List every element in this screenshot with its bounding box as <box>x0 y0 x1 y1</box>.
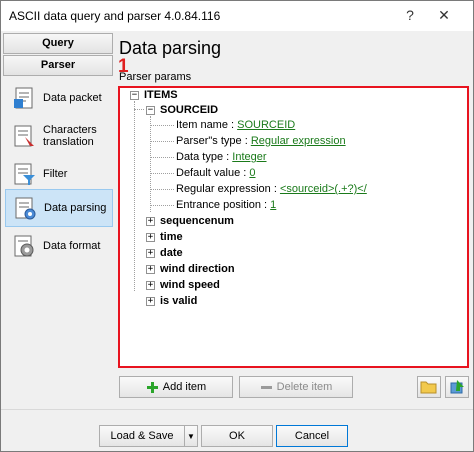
data-format-icon <box>14 235 34 257</box>
tree-connector <box>150 157 174 158</box>
window-title: ASCII data query and parser 4.0.84.116 <box>9 9 221 23</box>
parser-params-tree[interactable]: − ITEMS − SOURCEID Item name : SOURCEID … <box>118 86 469 368</box>
tree-item-time[interactable]: time <box>160 230 183 245</box>
tree-prop-item-name[interactable]: Item name : SOURCEID <box>176 118 295 133</box>
cancel-label: Cancel <box>294 430 330 442</box>
load-save-dropdown[interactable]: ▼ <box>184 425 198 447</box>
filter-icon <box>14 163 35 185</box>
tree-connector <box>150 125 174 126</box>
tree-item-date[interactable]: date <box>160 246 183 261</box>
sidebar-item-label: Data packet <box>43 92 102 104</box>
sidebar-item-data-packet[interactable]: Data packet <box>5 79 113 117</box>
tree-item-sequencenum[interactable]: sequencenum <box>160 214 234 229</box>
tree-prop-entrance-position[interactable]: Entrance position : 1 <box>176 198 276 213</box>
tree-item-sourceid[interactable]: SOURCEID <box>160 103 218 118</box>
prop-value-link[interactable]: 1 <box>270 199 276 211</box>
add-item-label: Add item <box>162 381 207 393</box>
expand-toggle[interactable]: + <box>146 265 155 274</box>
sidebar-item-filter[interactable]: Filter <box>5 155 113 193</box>
load-save-button[interactable]: Load & Save <box>99 425 185 447</box>
tree-connector <box>150 173 174 174</box>
sidebar: Query Parser Data packet Characters tran… <box>1 31 115 411</box>
tree-prop-default-value[interactable]: Default value : 0 <box>176 166 256 181</box>
parser-nav-button[interactable]: Parser <box>3 55 113 76</box>
sidebar-item-data-format[interactable]: Data format <box>5 227 113 265</box>
expand-toggle[interactable]: + <box>146 217 155 226</box>
sidebar-item-data-parsing[interactable]: Data parsing <box>5 189 113 227</box>
import-icon <box>450 380 464 394</box>
params-label: Parser params <box>119 71 192 83</box>
prop-label: Regular expression : <box>176 183 280 195</box>
collapse-toggle[interactable]: − <box>130 91 139 100</box>
title-bar: ASCII data query and parser 4.0.84.116 ?… <box>1 1 473 31</box>
close-button[interactable]: ✕ <box>431 5 457 25</box>
help-button[interactable]: ? <box>399 5 421 25</box>
load-save-label: Load & Save <box>110 430 174 442</box>
prop-label: Entrance position : <box>176 199 271 211</box>
tree-prop-parser-type[interactable]: Parser"s type : Regular expression <box>176 134 346 149</box>
prop-value-link[interactable]: 0 <box>249 167 255 179</box>
tree-connector <box>150 205 174 206</box>
sidebar-item-label: Filter <box>43 168 68 180</box>
expand-toggle[interactable]: + <box>146 297 155 306</box>
prop-label: Parser"s type : <box>176 135 251 147</box>
prop-label: Item name : <box>176 119 238 131</box>
tree-connector <box>150 189 174 190</box>
cancel-button[interactable]: Cancel <box>276 425 348 447</box>
tree-prop-data-type[interactable]: Data type : Integer <box>176 150 267 165</box>
import-button[interactable] <box>445 376 469 398</box>
prop-label: Default value : <box>176 167 250 179</box>
tree-root-items[interactable]: ITEMS <box>144 88 178 103</box>
tree-connector <box>134 101 135 291</box>
sidebar-item-label: Data parsing <box>44 202 107 214</box>
prop-value-link[interactable]: <sourceid>(.+?)</ <box>280 183 367 195</box>
prop-value-link[interactable]: Integer <box>232 151 266 163</box>
sidebar-item-characters-translation[interactable]: Characters translation <box>5 117 113 155</box>
open-file-button[interactable] <box>417 376 441 398</box>
expand-toggle[interactable]: + <box>146 233 155 242</box>
minus-icon <box>260 385 272 389</box>
tree-prop-regular-expression[interactable]: Regular expression : <sourceid>(.+?)</ <box>176 182 367 197</box>
delete-item-label: Delete item <box>276 381 333 393</box>
data-parsing-icon <box>15 197 36 220</box>
expand-toggle[interactable]: + <box>146 281 155 290</box>
characters-translation-icon <box>14 125 34 147</box>
prop-label: Data type : <box>176 151 233 163</box>
tree-connector <box>150 116 151 212</box>
ok-button[interactable]: OK <box>201 425 273 447</box>
tree-item-wind-direction[interactable]: wind direction <box>160 262 235 277</box>
chevron-down-icon: ▼ <box>187 431 195 441</box>
query-nav-button[interactable]: Query <box>3 33 113 54</box>
prop-value-link[interactable]: SOURCEID <box>237 119 295 131</box>
app-window: ASCII data query and parser 4.0.84.116 ?… <box>0 0 474 452</box>
data-packet-icon <box>14 87 33 109</box>
tree-connector <box>134 109 144 110</box>
expand-toggle[interactable]: + <box>146 249 155 258</box>
sidebar-item-label: Characters translation <box>43 124 97 148</box>
collapse-toggle[interactable]: − <box>146 106 155 115</box>
tree-connector <box>150 141 174 142</box>
plus-icon <box>146 381 158 393</box>
folder-icon <box>420 381 437 394</box>
tree-item-wind-speed[interactable]: wind speed <box>160 278 220 293</box>
prop-value-link[interactable]: Regular expression <box>251 135 346 147</box>
ok-label: OK <box>229 430 245 442</box>
tree-item-is-valid[interactable]: is valid <box>160 294 197 309</box>
page-title: Data parsing <box>119 38 222 58</box>
delete-item-button[interactable]: Delete item <box>239 376 353 398</box>
add-item-button[interactable]: Add item <box>119 376 233 398</box>
sidebar-item-label: Data format <box>43 240 101 252</box>
